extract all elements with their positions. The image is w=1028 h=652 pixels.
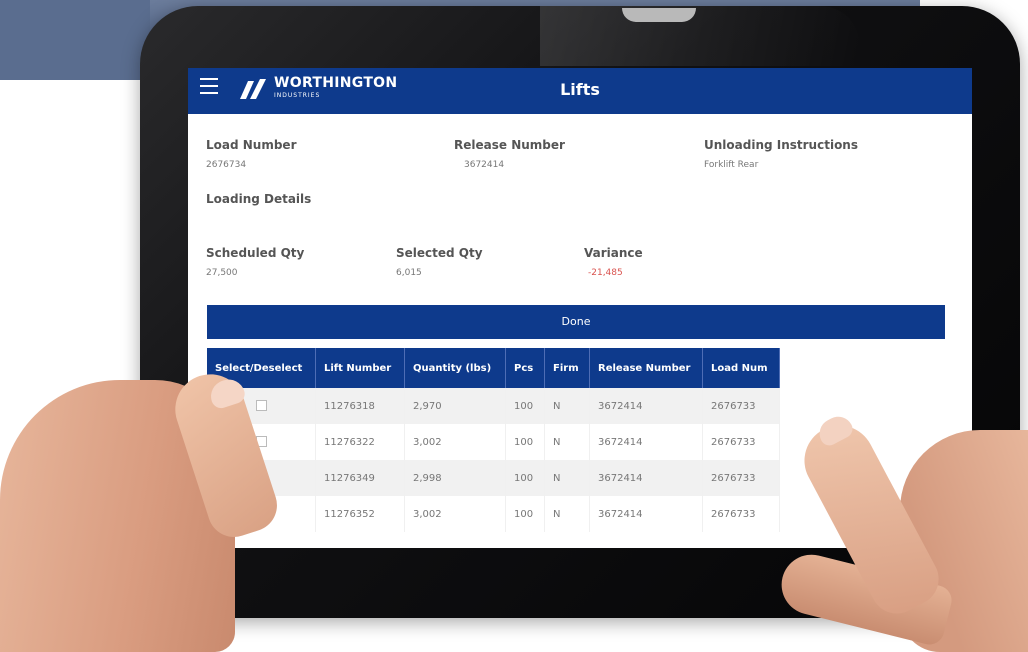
quantity-cell: 2,998	[404, 460, 506, 496]
tablet-glare	[540, 6, 860, 66]
lifts-table: Select/Deselect Lift Number Quantity (lb…	[207, 348, 780, 532]
table-row[interactable]: 11276322 3,002 100 N 3672414 2676733	[207, 424, 780, 460]
firm-cell: N	[544, 388, 590, 424]
firm-cell: N	[544, 496, 590, 532]
loading-details-label: Loading Details	[206, 192, 312, 206]
background-banner-panel	[0, 0, 150, 80]
column-header-quantity: Quantity (lbs)	[404, 348, 506, 388]
selected-qty-value: 6,015	[396, 268, 422, 278]
tablet-camera	[622, 8, 696, 22]
table-row[interactable]: 11276349 2,998 100 N 3672414 2676733	[207, 460, 780, 496]
load-num-cell: 2676733	[702, 496, 780, 532]
pcs-cell: 100	[505, 460, 545, 496]
pcs-cell: 100	[505, 388, 545, 424]
pcs-cell: 100	[505, 424, 545, 460]
release-number-cell: 3672414	[589, 460, 703, 496]
column-header-load-num: Load Num	[702, 348, 780, 388]
column-header-lift-number: Lift Number	[315, 348, 405, 388]
column-header-pcs: Pcs	[505, 348, 545, 388]
load-number-label: Load Number	[206, 138, 297, 152]
load-num-cell: 2676733	[702, 424, 780, 460]
column-header-firm: Firm	[544, 348, 590, 388]
column-header-release-number: Release Number	[589, 348, 703, 388]
lift-number-cell: 11276349	[315, 460, 405, 496]
table-header-row: Select/Deselect Lift Number Quantity (lb…	[207, 348, 780, 388]
quantity-cell: 3,002	[404, 424, 506, 460]
release-number-label: Release Number	[454, 138, 565, 152]
release-number-value: 3672414	[464, 160, 505, 170]
load-number-value: 2676734	[206, 160, 247, 170]
lift-number-cell: 11276318	[315, 388, 405, 424]
row-checkbox[interactable]	[255, 400, 267, 412]
scheduled-qty-value: 27,500	[206, 268, 238, 278]
scheduled-qty-label: Scheduled Qty	[206, 246, 305, 260]
firm-cell: N	[544, 424, 590, 460]
unloading-instructions-label: Unloading Instructions	[704, 138, 858, 152]
pcs-cell: 100	[505, 496, 545, 532]
table-row[interactable]: 11276318 2,970 100 N 3672414 2676733	[207, 388, 780, 424]
release-number-cell: 3672414	[589, 388, 703, 424]
app-header: WORTHINGTON INDUSTRIES Lifts	[188, 68, 972, 114]
load-num-cell: 2676733	[702, 460, 780, 496]
selected-qty-label: Selected Qty	[396, 246, 483, 260]
page-title: Lifts	[560, 80, 600, 99]
quantity-cell: 3,002	[404, 496, 506, 532]
lift-number-cell: 11276322	[315, 424, 405, 460]
variance-value: -21,485	[588, 268, 623, 278]
release-number-cell: 3672414	[589, 424, 703, 460]
firm-cell: N	[544, 460, 590, 496]
load-num-cell: 2676733	[702, 388, 780, 424]
quantity-cell: 2,970	[404, 388, 506, 424]
table-row[interactable]: 11276352 3,002 100 N 3672414 2676733	[207, 496, 780, 532]
unloading-instructions-value: Forklift Rear	[704, 160, 759, 170]
variance-label: Variance	[584, 246, 643, 260]
release-number-cell: 3672414	[589, 496, 703, 532]
done-button[interactable]: Done	[207, 305, 945, 339]
lift-number-cell: 11276352	[315, 496, 405, 532]
